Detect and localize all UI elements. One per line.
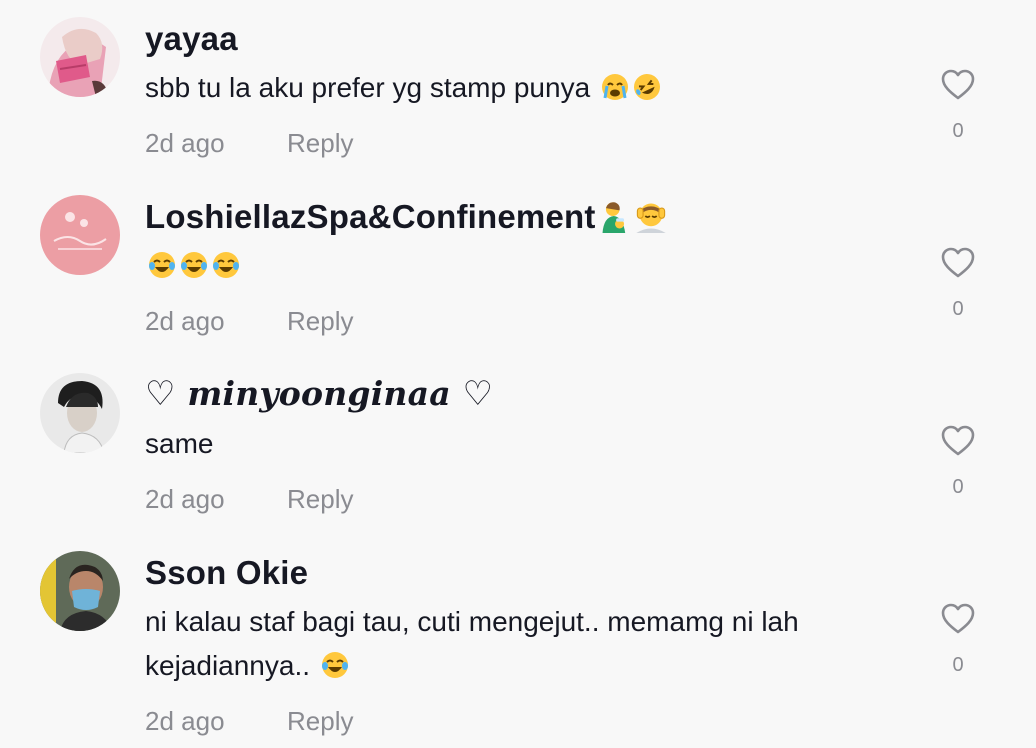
reply-button[interactable]: Reply [287, 306, 353, 337]
heart-icon[interactable] [940, 247, 976, 279]
avatar-illustration-icon [40, 17, 120, 97]
heart-icon[interactable] [940, 69, 976, 101]
face-with-tears-of-joy-icon [321, 652, 348, 678]
comment-time: 2d ago [145, 484, 225, 514]
reply-button[interactable]: Reply [287, 706, 353, 737]
username[interactable]: Sson Okie [145, 554, 308, 592]
face-with-tears-of-joy-icon [213, 252, 239, 278]
avatar[interactable] [40, 195, 120, 275]
profile-photo-icon [40, 551, 120, 631]
avatar[interactable] [40, 17, 120, 97]
comment-text: same [145, 428, 214, 459]
like-count: 0 [952, 120, 964, 142]
comment-text [145, 244, 915, 288]
woman-feeding-baby-icon [602, 202, 625, 233]
comment-text: sbb tu la aku prefer yg stamp punya [145, 66, 915, 110]
avatar[interactable] [40, 551, 120, 631]
face-with-tears-of-joy-icon [149, 252, 175, 278]
username[interactable]: LoshiellazSpa&Confinement [145, 198, 668, 236]
avatar[interactable] [40, 373, 120, 453]
like-count: 0 [952, 654, 964, 676]
comment-time: 2d ago [145, 306, 225, 336]
like-count: 0 [952, 476, 964, 498]
username[interactable]: ♡ minyoonginaa ♡ [145, 374, 493, 414]
heart-icon[interactable] [940, 425, 976, 457]
rolling-on-floor-laughing-icon [633, 74, 660, 100]
profile-photo-icon [40, 373, 120, 453]
like-count: 0 [952, 298, 964, 320]
person-getting-massage-icon [635, 203, 666, 233]
loudly-crying-face-icon [601, 74, 628, 100]
heart-icon[interactable] [940, 603, 976, 635]
reply-button[interactable]: Reply [287, 128, 353, 159]
comment-time: 2d ago [145, 128, 225, 158]
spa-logo-icon [40, 195, 120, 275]
username[interactable]: yayaa [145, 20, 238, 58]
comment-text: ni kalau staf bagi tau, cuti mengejut.. … [145, 606, 799, 681]
reply-button[interactable]: Reply [287, 484, 353, 515]
comment-time: 2d ago [145, 706, 225, 736]
face-with-tears-of-joy-icon [181, 252, 207, 278]
